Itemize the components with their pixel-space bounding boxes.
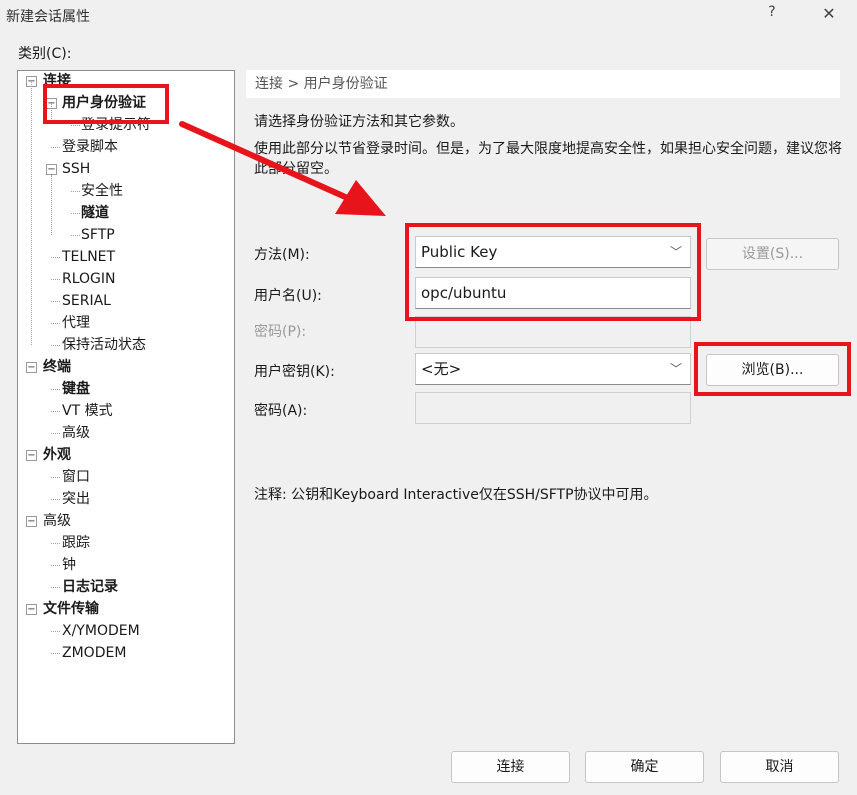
tree-connector [51, 345, 60, 346]
tree-connector [51, 257, 60, 258]
tree-item[interactable]: 隧道 [81, 203, 109, 223]
breadcrumb: 连接 > 用户身份验证 [246, 70, 840, 98]
note-text: 注释: 公钥和Keyboard Interactive仅在SSH/SFTP协议中… [254, 487, 658, 503]
tree-item[interactable]: SSH [62, 159, 90, 179]
category-tree[interactable]: − 连接 − 用户身份验证 登录提示符 登录脚本 − SSH 安全性 隧道 SFTP TELNET RL… [17, 70, 235, 744]
tree-item[interactable]: 高级 [43, 511, 71, 531]
password-label: 密码(P): [254, 324, 307, 340]
tree-connector [51, 411, 60, 412]
tree-connector [51, 301, 60, 302]
tree-connector [71, 235, 80, 236]
tree-connector [51, 587, 60, 588]
collapse-icon[interactable]: − [26, 450, 37, 461]
user-key-label: 用户密钥(K): [254, 364, 335, 380]
tree-connector [51, 653, 60, 654]
settings-button[interactable]: 设置(S)... [706, 238, 839, 270]
category-label: 类别(C): [18, 46, 72, 62]
tree-item[interactable]: 安全性 [81, 181, 123, 201]
tree-item[interactable]: 文件传输 [43, 599, 99, 619]
method-label: 方法(M): [254, 247, 310, 263]
tree-item[interactable]: X/YMODEM [62, 621, 140, 641]
tree-item[interactable]: 代理 [62, 313, 90, 333]
tree-item[interactable]: 高级 [62, 423, 90, 443]
cancel-button[interactable]: 取消 [720, 751, 839, 783]
ok-button[interactable]: 确定 [585, 751, 704, 783]
annotation-box-credentials [405, 223, 701, 321]
tree-item[interactable]: 窗口 [62, 467, 90, 487]
close-button[interactable]: ✕ [818, 4, 840, 26]
help-button[interactable]: ? [762, 4, 782, 26]
collapse-icon[interactable]: − [46, 164, 57, 175]
tree-item[interactable]: SFTP [81, 225, 115, 245]
annotation-box-browse [694, 342, 851, 396]
collapse-icon[interactable]: − [26, 604, 37, 615]
description-detail: 使用此部分以节省登录时间。但是，为了最大限度地提高安全性，如果担心安全问题，建议… [254, 141, 842, 177]
tree-item[interactable]: SERIAL [62, 291, 111, 311]
tree-item[interactable]: 日志记录 [62, 577, 118, 597]
tree-item[interactable]: 键盘 [62, 379, 90, 399]
tree-item[interactable]: 突出 [62, 489, 90, 509]
passphrase-label: 密码(A): [254, 403, 308, 419]
collapse-icon[interactable]: − [26, 362, 37, 373]
tree-connector [51, 565, 60, 566]
tree-item[interactable]: 登录脚本 [62, 137, 118, 157]
tree-connector [31, 82, 32, 345]
tree-item[interactable]: 钟 [62, 555, 76, 575]
tree-item[interactable]: RLOGIN [62, 269, 116, 289]
tree-connector [51, 433, 60, 434]
tree-connector [51, 147, 60, 148]
passphrase-input[interactable] [415, 392, 691, 424]
user-key-select[interactable]: <无> ﹀ [415, 353, 691, 385]
annotation-box-auth-node [43, 84, 169, 124]
title-bar: 新建会话属性 ? ✕ [0, 0, 857, 32]
tree-item[interactable]: TELNET [62, 247, 115, 267]
description-text: 请选择身份验证方法和其它参数。 [254, 114, 464, 130]
collapse-icon[interactable]: − [26, 516, 37, 527]
tree-item[interactable]: ZMODEM [62, 643, 126, 663]
username-label: 用户名(U): [254, 288, 322, 304]
tree-item[interactable]: 终端 [43, 357, 71, 377]
tree-connector [51, 389, 60, 390]
tree-connector [71, 213, 80, 214]
tree-item[interactable]: VT 模式 [62, 401, 113, 421]
tree-connector [51, 499, 60, 500]
tree-connector [71, 125, 80, 126]
arrow-head-icon [335, 180, 386, 216]
tree-item[interactable]: 跟踪 [62, 533, 90, 553]
tree-item[interactable]: 外观 [43, 445, 71, 465]
chevron-down-icon: ﹀ [669, 362, 682, 376]
tree-connector [51, 631, 60, 632]
tree-connector [51, 323, 60, 324]
window-title: 新建会话属性 [6, 9, 90, 25]
connect-button[interactable]: 连接 [451, 751, 570, 783]
user-key-value: <无> [421, 360, 462, 378]
tree-connector [51, 477, 60, 478]
tree-connector [51, 543, 60, 544]
tree-connector [51, 279, 60, 280]
tree-connector [71, 191, 80, 192]
tree-connector [51, 175, 52, 235]
tree-item[interactable]: 保持活动状态 [62, 335, 146, 355]
